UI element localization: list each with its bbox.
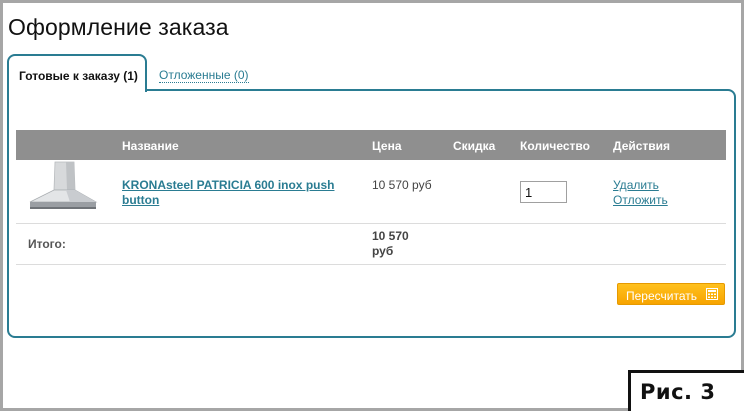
column-header-actions: Действия [613,139,671,153]
row-divider [16,264,726,265]
row-divider [16,223,726,224]
recalculate-button[interactable]: Пересчитать [617,283,725,305]
defer-link[interactable]: Отложить [613,193,668,208]
delete-link[interactable]: Удалить [613,178,659,193]
column-header-quantity: Количество [520,139,590,153]
figure-label: Рис. 3 [628,370,744,411]
column-header-price: Цена [372,139,402,153]
table-header: Название Цена Скидка Количество Действия [16,130,726,160]
product-image[interactable] [26,160,98,214]
product-link[interactable]: KRONAsteel PATRICIA 600 inox push button [122,178,352,208]
tab-ready-to-order[interactable]: Готовые к заказу (1) [7,54,147,92]
total-value: 10 570 руб [372,229,409,258]
product-price: 10 570 руб [372,178,432,192]
column-header-discount: Скидка [453,139,496,153]
column-header-name: Название [122,139,179,153]
recalculate-button-label: Пересчитать [626,288,697,303]
total-label: Итого: [28,237,66,251]
page-title: Оформление заказа [8,14,229,40]
calculator-icon [706,288,718,300]
tab-deferred[interactable]: Отложенные (0) [159,68,249,83]
quantity-input[interactable] [520,181,567,203]
